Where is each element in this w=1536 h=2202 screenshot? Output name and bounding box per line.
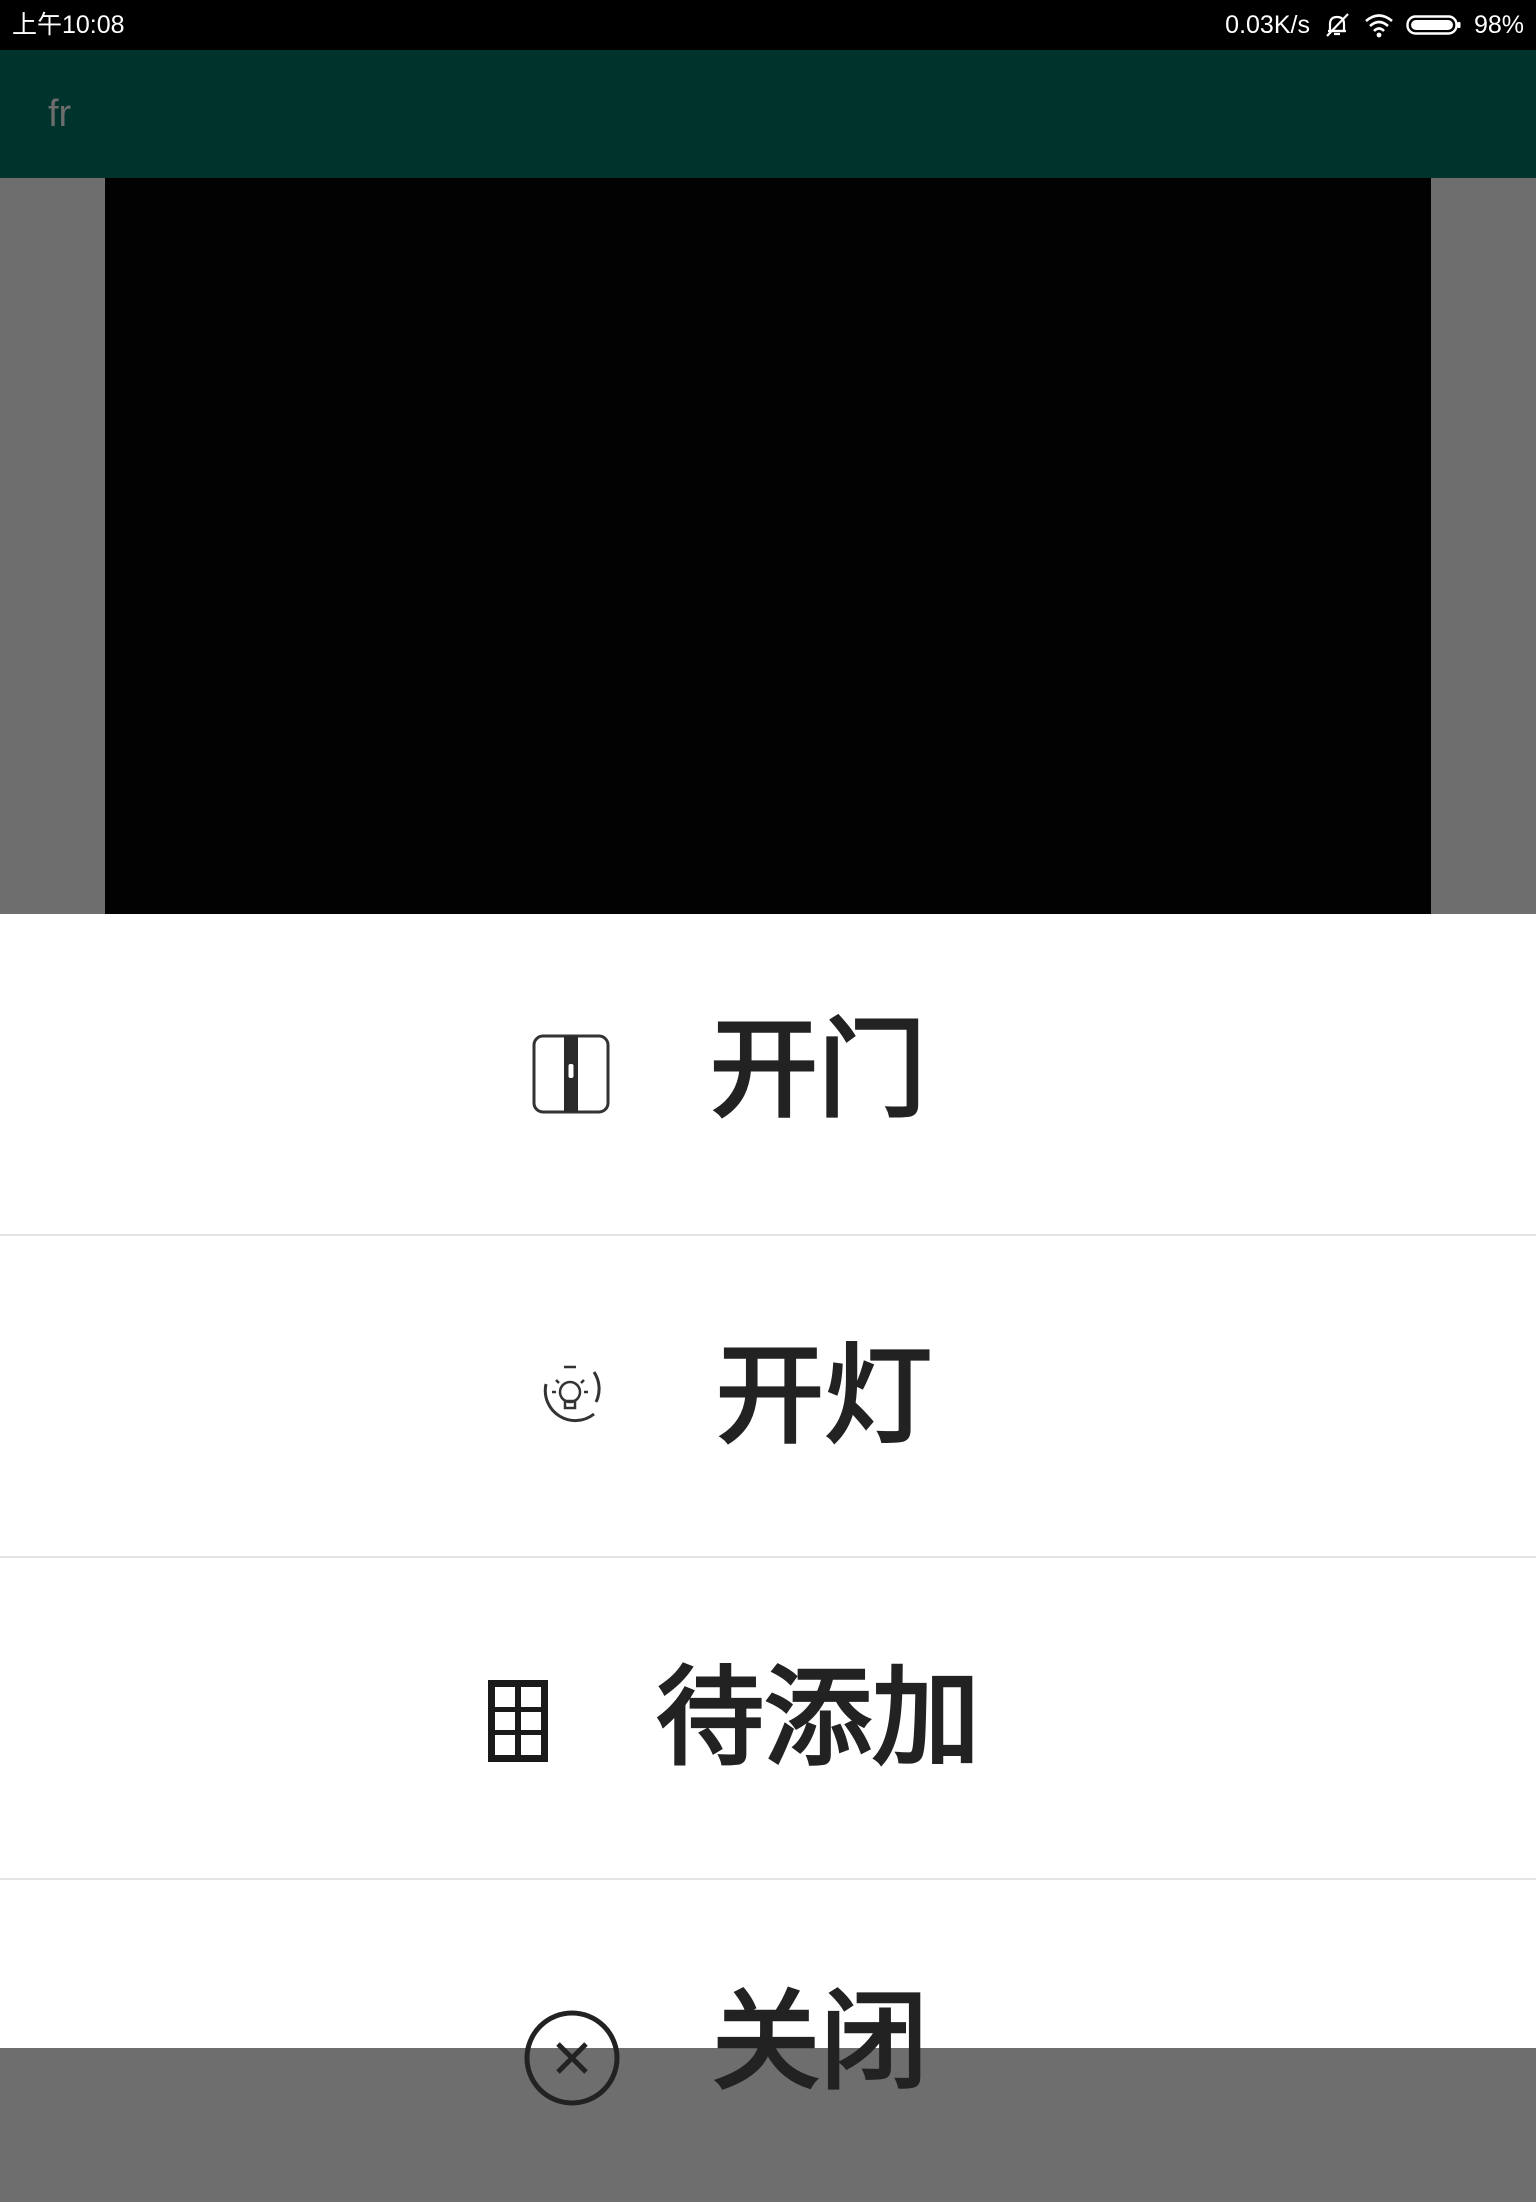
app-bar: fr	[0, 50, 1536, 178]
network-speed: 0.03K/s	[1225, 10, 1310, 39]
battery-icon	[1406, 14, 1462, 36]
app-title: fr	[48, 93, 72, 135]
door-icon	[532, 1034, 610, 1114]
menu-item-label: 待添加	[656, 1656, 981, 1781]
battery-level: 98%	[1473, 10, 1524, 39]
menu-item-close[interactable]: 关闭	[0, 1880, 1536, 2202]
status-time: 上午10:08	[12, 11, 125, 39]
camera-video-view	[105, 178, 1431, 914]
menu-item-label: 关闭	[712, 1980, 929, 2105]
menu-item-label: 开灯	[716, 1334, 933, 1459]
window-icon	[486, 1678, 550, 1764]
wifi-icon	[1364, 12, 1394, 38]
menu-item-label: 开门	[710, 1008, 927, 1133]
menu-item-open-light[interactable]: 开灯	[0, 1236, 1536, 1558]
close-circle-icon	[522, 2008, 622, 2108]
menu-item-open-door[interactable]: 开门	[0, 914, 1536, 1236]
silent-notification-icon	[1322, 10, 1352, 40]
status-bar: 上午10:08 0.03K/s 98%	[0, 0, 1536, 50]
status-right-group: 0.03K/s 98%	[1225, 10, 1524, 40]
menu-item-to-be-added[interactable]: 待添加	[0, 1558, 1536, 1880]
action-sheet: 开门 开灯 待添加 关闭	[0, 914, 1536, 2106]
light-bulb-icon	[534, 1358, 606, 1430]
